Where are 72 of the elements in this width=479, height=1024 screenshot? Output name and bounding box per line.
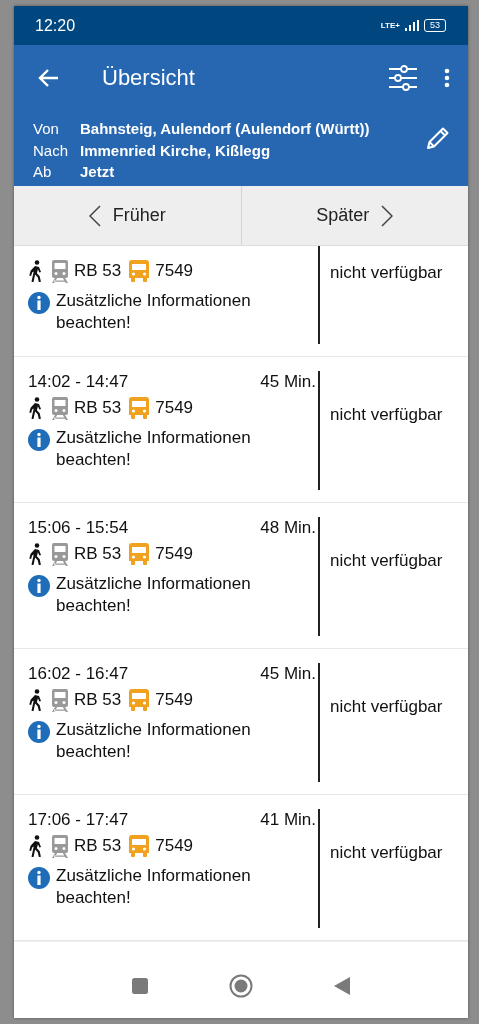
walking-person-icon (28, 543, 44, 565)
line-number: RB 53 (74, 690, 122, 710)
bus-icon (128, 259, 151, 283)
availability-status: nicht verfügbar (330, 843, 443, 862)
recents-icon[interactable] (131, 977, 149, 995)
trip-time: 16:02 - 16:47 (28, 663, 129, 685)
connection-item[interactable]: 15:06 - 15:54 48 Min. RB 53 7549 Zusätzliche Informationen beachten! nicht verfügbar (14, 503, 468, 649)
walking-person-icon (28, 835, 44, 857)
line-number: 7549 (155, 544, 194, 564)
trip-duration: 41 Min. (260, 809, 316, 831)
screen-title: Übersicht (102, 64, 196, 91)
sliders-icon (388, 64, 418, 91)
info-icon (28, 721, 50, 743)
bus-icon (128, 834, 151, 858)
train-icon (51, 834, 69, 858)
connection-item[interactable]: 14:02 - 14:47 45 Min. RB 53 7549 Zusätzliche Informationen beachten! nicht verfügbar (14, 357, 468, 503)
battery-level: 53 (424, 19, 446, 32)
chevron-right-icon (381, 204, 394, 227)
availability-status: nicht verfügbar (330, 405, 443, 424)
trip-time: 17:06 - 17:47 (28, 809, 129, 831)
availability-status: nicht verfügbar (330, 697, 443, 716)
bus-icon (128, 542, 151, 566)
info-icon (28, 292, 50, 314)
connection-item[interactable]: 17:06 - 17:47 41 Min. RB 53 7549 Zusätzliche Informationen beachten! nicht verfügbar (14, 795, 468, 941)
train-icon (51, 688, 69, 712)
line-number: RB 53 (74, 261, 122, 281)
trip-time: 14:02 - 14:47 (28, 371, 129, 393)
info-note: Zusätzliche Informationen beachten! (56, 573, 252, 617)
query-label: Ab (33, 162, 53, 182)
query-value: Jetzt (80, 162, 115, 182)
info-icon (28, 575, 50, 597)
connection-item[interactable]: 16:02 - 16:47 45 Min. RB 53 7549 Zusätzliche Informationen beachten! nicht verfügbar (14, 649, 468, 795)
train-icon (51, 396, 69, 420)
line-number: 7549 (155, 261, 194, 281)
availability-status: nicht verfügbar (330, 551, 443, 570)
network-type: LTE+ (380, 21, 400, 30)
chevron-left-icon (88, 204, 101, 227)
line-number: RB 53 (74, 398, 122, 418)
line-number: RB 53 (74, 544, 122, 564)
back-arrow-icon (38, 66, 60, 89)
query-label: Nach (33, 140, 70, 161)
more-icon (444, 67, 450, 88)
query-label: Von (33, 119, 60, 139)
info-note: Zusätzliche Informationen beachten! (56, 865, 252, 909)
line-number: 7549 (155, 398, 194, 418)
walking-person-icon (28, 260, 44, 282)
clock: 12:20 (35, 16, 76, 35)
query-value: Bahnsteig, Aulendorf (Aulendorf (Württ)) (80, 119, 370, 139)
home-icon[interactable] (229, 974, 253, 998)
info-icon (28, 429, 50, 451)
train-icon (51, 542, 69, 566)
line-number: 7549 (155, 690, 194, 710)
signal-icon (405, 20, 419, 31)
info-note: Zusätzliche Informationen beachten! (56, 427, 252, 471)
back-triangle-icon[interactable] (333, 976, 351, 996)
line-number: 7549 (155, 836, 194, 856)
info-note: Zusätzliche Informationen beachten! (56, 290, 252, 334)
walking-person-icon (28, 397, 44, 419)
query-value: Immenried Kirche, Kißlegg (80, 140, 271, 161)
info-icon (28, 867, 50, 889)
walking-person-icon (28, 689, 44, 711)
trip-time: 15:06 - 15:54 (28, 517, 129, 539)
availability-status: nicht verfügbar (330, 263, 443, 282)
info-note: Zusätzliche Informationen beachten! (56, 719, 252, 763)
connection-item[interactable]: RB 53 7549 Zusätzliche Informationen beachten! nicht verfügbar (14, 246, 468, 357)
bus-icon (128, 396, 151, 420)
bus-icon (128, 688, 151, 712)
trip-duration: 48 Min. (260, 517, 316, 539)
trip-duration: 45 Min. (260, 663, 316, 685)
trip-duration: 45 Min. (260, 371, 316, 393)
line-number: RB 53 (74, 836, 122, 856)
train-icon (51, 259, 69, 283)
